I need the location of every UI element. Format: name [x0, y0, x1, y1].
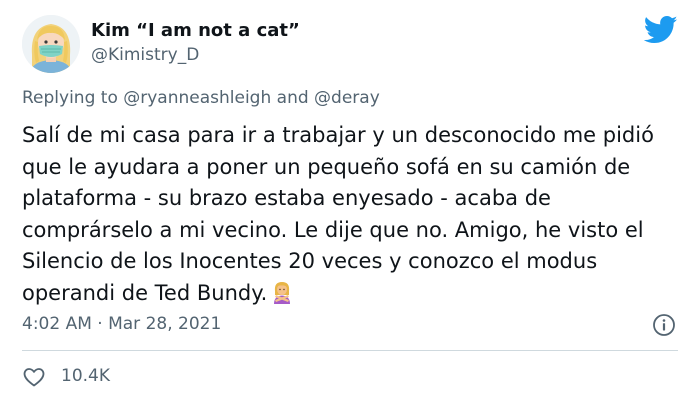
tweet-timestamp[interactable]: 4:02 AM · Mar 28, 2021: [22, 314, 221, 334]
heart-icon[interactable]: [22, 365, 46, 389]
tweet-text-line: comprárselo a mi vecino. Le dije que no.…: [22, 217, 644, 242]
avatar-woman-mask-icon: [22, 15, 80, 73]
tweet-text-line: Salí de mi casa para ir a trabajar y un …: [22, 123, 654, 147]
info-icon[interactable]: [652, 313, 676, 337]
tweet-text-line: operandi de Ted Bundy.: [22, 280, 268, 305]
like-count[interactable]: 10.4K: [61, 366, 110, 386]
tweet-text: Salí de mi casa para ir a trabajar y un …: [22, 120, 682, 309]
twitter-bird-icon[interactable]: [644, 15, 678, 45]
mention-link[interactable]: @ryanneashleigh: [123, 88, 271, 108]
replying-joiner: and: [276, 88, 309, 108]
tweet-text-line: plataforma - su brazo estaba enyesado - …: [22, 186, 551, 210]
mention-link[interactable]: @deray: [314, 88, 380, 108]
tweet-text-line-last: operandi de Ted Bundy.: [22, 278, 682, 310]
woman-gesturing-no-emoji-icon: [274, 281, 291, 304]
tweet-text-line: Silencio de los Inocentes 20 veces y con…: [22, 249, 598, 273]
tweet-text-line: que le ayudara a poner un pequeño sofá e…: [22, 154, 631, 179]
replying-to: Replying to @ryanneashleigh and @deray: [22, 88, 380, 108]
divider: [22, 350, 678, 351]
avatar[interactable]: [22, 15, 80, 73]
user-handle[interactable]: @Kimistry_D: [91, 45, 199, 65]
tweet-card: Kim “I am not a cat” @Kimistry_D Replyin…: [0, 0, 700, 403]
replying-prefix: Replying to: [22, 88, 118, 108]
display-name[interactable]: Kim “I am not a cat”: [91, 20, 300, 41]
